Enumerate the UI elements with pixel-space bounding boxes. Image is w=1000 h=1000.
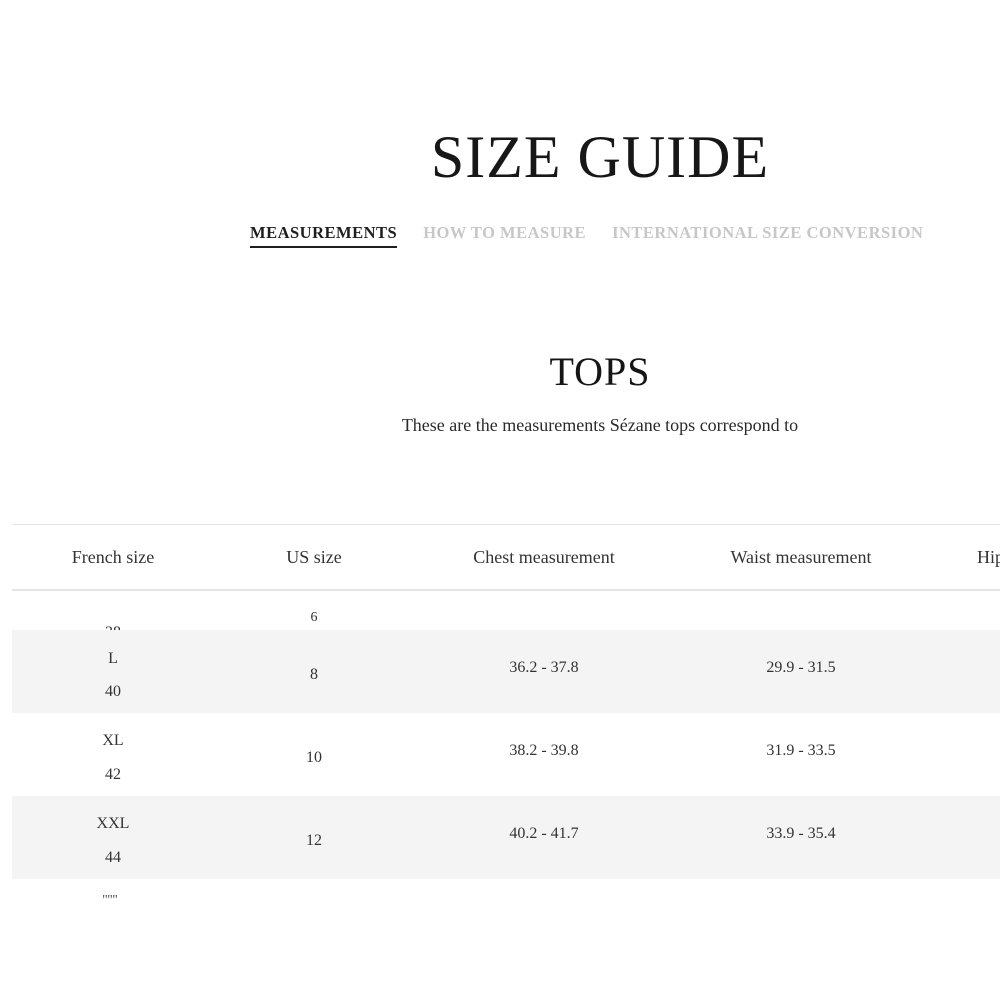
size-table: French size US size Chest measurement Wa… xyxy=(12,524,1000,904)
tab-measurements[interactable]: MEASUREMENTS xyxy=(250,223,398,248)
us-size-value: 12 xyxy=(306,832,322,849)
table-row: L 40 8 36.2 - 37.8 29.9 - 31.5 xyxy=(12,630,1000,713)
waist-measurement-value: 29.9 - 31.5 xyxy=(766,659,836,676)
table-header: French size US size Chest measurement Wa… xyxy=(12,524,1000,591)
tab-how-to-measure[interactable]: HOW TO MEASURE xyxy=(423,223,586,246)
header-us-size: US size xyxy=(286,547,342,567)
french-size-value: 44 xyxy=(105,849,121,866)
waist-measurement-value: 31.9 - 33.5 xyxy=(766,742,836,759)
section-subtitle: These are the measurements Sézane tops c… xyxy=(401,415,799,435)
us-size-value: 8 xyxy=(310,666,318,683)
us-size-value: 10 xyxy=(306,749,322,766)
us-size-value: 6 xyxy=(310,610,318,625)
tab-international-size-conversion[interactable]: INTERNATIONAL SIZE CONVERSION xyxy=(612,223,923,246)
header-hip-measurement: Hip xyxy=(977,547,1000,567)
chest-measurement-value: 40.2 - 41.7 xyxy=(509,825,579,842)
letter-size-value: L xyxy=(108,650,118,667)
french-size-value: 40 xyxy=(105,683,121,700)
clipped-row-fragment: '''''' xyxy=(102,893,118,905)
chest-measurement-value: 36.2 - 37.8 xyxy=(509,659,579,676)
section-title: TOPS xyxy=(549,349,651,394)
french-size-value: 42 xyxy=(105,766,121,783)
chest-measurement-value: 38.2 - 39.8 xyxy=(509,742,579,759)
header-waist-measurement: Waist measurement xyxy=(730,547,872,567)
table-body: 38 6 L 40 8 36.2 - 37.8 29.9 - 31.5 XL 4… xyxy=(12,590,1000,904)
size-guide-page: SIZE GUIDE MEASUREMENTS HOW TO MEASURE I… xyxy=(0,0,1000,1000)
table-row: 38 6 xyxy=(12,590,1000,641)
letter-size-value: XL xyxy=(102,732,124,749)
header-french-size: French size xyxy=(71,547,155,567)
size-guide-tabs: MEASUREMENTS HOW TO MEASURE INTERNATIONA… xyxy=(250,223,923,249)
letter-size-value: XXL xyxy=(96,815,130,832)
waist-measurement-value: 33.9 - 35.4 xyxy=(766,825,836,842)
page-title: SIZE GUIDE xyxy=(430,124,770,190)
table-row: XL 42 10 38.2 - 39.8 31.9 - 33.5 xyxy=(12,713,1000,796)
header-chest-measurement: Chest measurement xyxy=(473,547,615,567)
table-row: XXL 44 12 40.2 - 41.7 33.9 - 35.4 xyxy=(12,796,1000,879)
